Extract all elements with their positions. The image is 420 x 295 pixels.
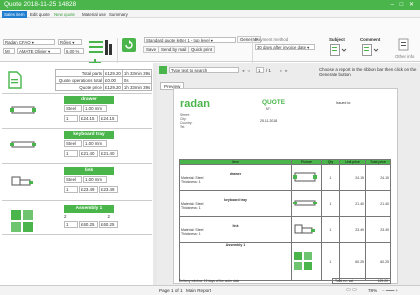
part-material-row: Steel 1.00 mm [64,176,108,184]
link-thumbnail [294,224,315,234]
address-block: Street: City: Country: Tel: [180,113,193,129]
page-count: / 1 [266,68,271,73]
quote-date: 25.11.2018 [260,119,278,123]
tab-sales-item[interactable]: Sales item [2,11,27,18]
table-row: drawer Material: Steel Thickness: 1 1 24.15… [179,164,391,191]
report-page: radan Street: City: Country: Tel: QUOTE N°:… [173,88,398,284]
send-by-mail-button[interactable]: Send by mail [158,46,190,53]
table-row: keyboard tray Material: Steel Thickness: … [179,190,391,217]
table-row: Assembly 1 1 60.25 60.25 [179,242,391,281]
part-price-row: 1 £24.15 £24.15 [64,115,119,123]
quote-items-panel: Total parts £129.20 1h 33min 39s Quote ope… [0,63,157,295]
viewer-hint: Choose a report in the ribbon bar then c… [319,67,417,77]
footer-note: Delivery window: 15 days of the order da… [179,279,240,283]
markup-field[interactable]: 6.00 % [64,48,84,54]
part-header-keyboard-tray[interactable]: keyboard tray [64,131,114,139]
window-title: Quote 2018-11-25 14828 [4,1,77,8]
title-bar: Quote 2018-11-25 14828 – □ ✕ [0,0,420,10]
window-controls[interactable]: – □ ✕ [391,1,416,8]
roles-select[interactable]: Rôles ▾ [58,39,82,45]
part-price-row: 1 £21.40 £21.40 [64,150,119,158]
qty-stepper[interactable]: 1 [64,221,78,228]
part-header-assembly-1[interactable]: Assembly 1 [64,205,114,213]
part-price-row: 1 £23.49 £23.49 [64,186,119,194]
summary-row: Quote price £129.20 1h 33min 39s [55,83,153,91]
comment-icon[interactable] [362,44,380,58]
zoom-slider[interactable]: − ━━━ + [382,288,398,294]
nav-next-icon[interactable]: ▹ ▸ [280,68,289,74]
material-select[interactable]: Steel [64,140,82,147]
ribbon: Radan CFAO ▾ Rôles ▾ Mr AMATE Olivier ▾ … [0,18,420,78]
tab-summary[interactable]: Summary [107,11,130,18]
total-box: Total ex. vat 129.20 [332,278,391,284]
status-bar: Page 1 of 1 Main Report ▭ ▭ 78% − ━━━ + [0,285,420,295]
tab-edit-quote[interactable]: Edit quote [28,11,52,18]
viewer-icon [159,66,167,74]
page-input[interactable]: 1 [256,67,264,73]
link-thumbnail [11,176,33,186]
quote-document-icon [8,71,22,89]
part-header-link[interactable]: link [64,167,114,175]
material-select[interactable]: Steel [64,176,82,183]
material-select[interactable]: Steel [64,105,82,112]
table-row: link Material: Steel Thickness: 1 1 23.49 23… [179,216,391,243]
qty-stepper[interactable]: 1 [64,115,78,122]
payment-method-label: Payment method [255,37,289,42]
title-select[interactable]: Mr [3,48,15,54]
tab-bar: Sales item Edit quote New quote Material… [0,10,420,18]
qty-stepper[interactable]: 1 [64,150,78,157]
company-select[interactable]: Radan CFAO ▾ [3,39,55,45]
report-name: Main Report [186,288,212,293]
thickness-select[interactable]: 1.00 mm [83,140,107,147]
keyboard-tray-thumbnail [293,200,317,206]
radan-logo: radan [180,98,210,110]
zoom-level: 78% [368,288,378,293]
quote-number: N°: [266,107,271,111]
page-status: Page 1 of 1 [159,288,183,293]
drawer-thumbnail [293,172,317,182]
subject-icon[interactable] [330,44,348,58]
thickness-select[interactable]: 1.00 mm [83,105,107,112]
quote-lines-table: Item Picture Qty Unit price Total price draw… [179,159,391,281]
payment-method-select[interactable]: 30 days after invoice date ▾ [255,44,315,50]
tab-material-use[interactable]: Material use [80,11,108,18]
other-info-icon[interactable] [398,38,410,52]
assembly-puzzle-icon [11,210,33,232]
drawer-thumbnail [10,106,36,114]
thickness-select[interactable]: 1.00 mm [83,176,107,183]
tab-new-quote[interactable]: New quote [52,11,77,18]
summary-row: Quote operations total £0.00 0s [55,76,153,84]
assembly-puzzle-icon [294,252,312,270]
comment-label: Comment [360,37,381,42]
quick-print-button[interactable]: Quick print [188,46,215,53]
keyboard-tray-thumbnail [10,141,36,148]
subject-label: Subject [329,37,345,42]
part-material-row: Steel 1.00 mm [64,140,108,148]
other-info-label: Other info [395,54,415,59]
report-template-select[interactable]: Standard quote letter 1 - top level ▾ [144,37,236,43]
quote-summary-table: Total parts £129.20 1h 33min 39s Quote ope… [55,69,153,91]
contact-select[interactable]: AMATE Olivier ▾ [17,48,61,54]
qty-stepper[interactable]: 1 [64,186,78,193]
nav-arrows-icon[interactable]: ◂ ◃ [242,68,251,74]
quote-heading: QUOTE [262,99,286,106]
save-button[interactable]: Save [143,46,160,53]
summary-row: Total parts £129.20 1h 33min 39s [55,69,153,77]
find-input[interactable]: Type text to search [169,67,239,73]
issued-to: Issued to: [336,101,352,105]
parts-list-icon[interactable] [88,38,114,58]
refresh-icon[interactable] [122,38,136,52]
part-header-drawer[interactable]: drawer [64,96,114,104]
part-material-row: Steel 1.00 mm [64,105,108,113]
view-mode-icons[interactable]: ▭ ▭ [346,287,357,293]
part-price-row: 1 £60.25 £60.25 [64,221,119,229]
